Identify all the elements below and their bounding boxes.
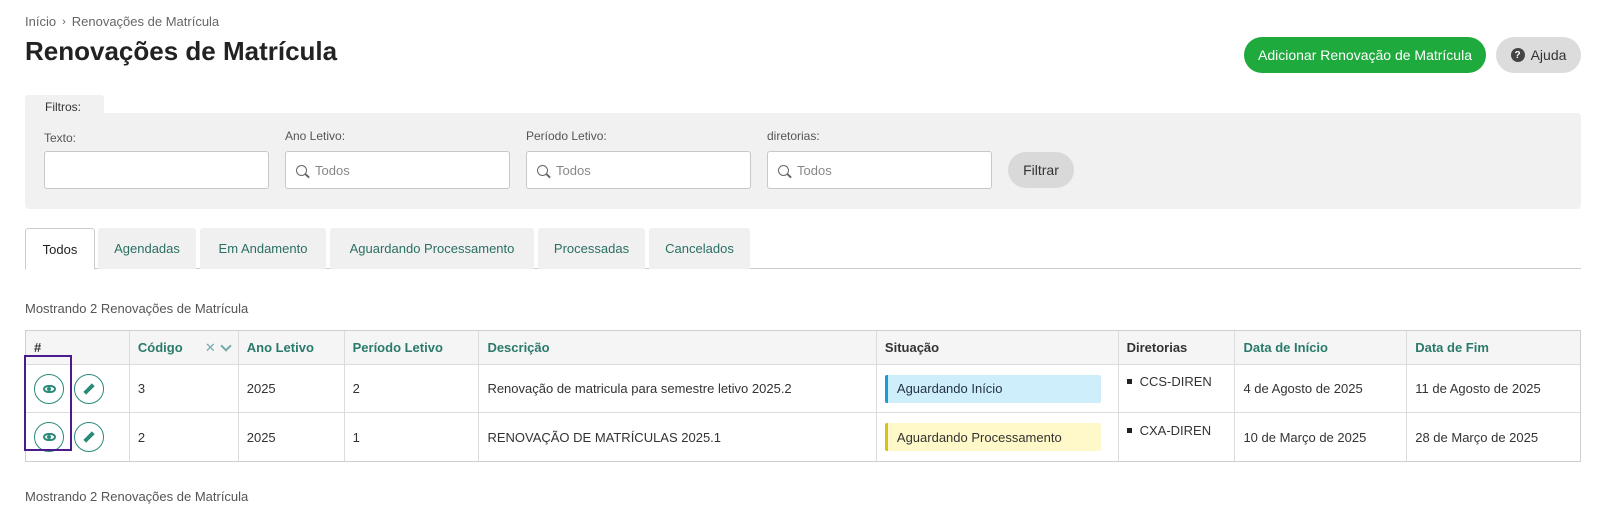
cell-data-inicio: 4 de Agosto de 2025 — [1235, 365, 1408, 412]
cell-descricao: Renovação de matricula para semestre let… — [479, 365, 877, 412]
view-button[interactable] — [34, 373, 64, 404]
tab-cancelados[interactable]: Cancelados — [649, 228, 750, 269]
clear-sort-icon[interactable]: ✕ — [205, 340, 216, 356]
chevron-down-icon[interactable] — [220, 339, 232, 352]
table-header: # Código ✕ Ano Letivo Período Letivo Des… — [26, 331, 1580, 365]
ano-letivo-label: Ano Letivo: — [285, 129, 346, 143]
tab-agendadas[interactable]: Agendadas — [98, 228, 196, 269]
search-icon — [778, 164, 789, 176]
eye-icon — [42, 433, 56, 441]
breadcrumb: Início › Renovações de Matrícula — [25, 14, 219, 29]
diretorias-placeholder: Todos — [797, 162, 832, 178]
results-count: Mostrando 2 Renovações de Matrícula — [25, 301, 249, 316]
cell-descricao: RENOVAÇÃO DE MATRÍCULAS 2025.1 — [479, 413, 877, 461]
texto-input[interactable] — [44, 151, 269, 189]
ano-letivo-placeholder: Todos — [315, 162, 350, 178]
filters-tab: Filtros: — [25, 95, 104, 115]
cell-data-inicio: 10 de Março de 2025 — [1235, 413, 1408, 461]
cell-codigo: 3 — [130, 365, 239, 412]
header-hash: # — [26, 331, 130, 364]
header-data-fim[interactable]: Data de Fim — [1407, 331, 1580, 364]
add-renewal-button[interactable]: Adicionar Renovação de Matrícula — [1244, 37, 1486, 73]
breadcrumb-home-link[interactable]: Início — [25, 14, 56, 29]
pencil-icon — [83, 382, 95, 395]
renewals-table: # Código ✕ Ano Letivo Período Letivo Des… — [25, 330, 1581, 462]
cell-data-fim: 11 de Agosto de 2025 — [1415, 381, 1541, 396]
cell-situacao: Aguardando Processamento — [877, 413, 1119, 461]
edit-button[interactable] — [74, 422, 104, 452]
diretorias-select[interactable]: Todos — [767, 151, 992, 189]
help-button[interactable]: ? Ajuda — [1496, 37, 1581, 73]
table-row: 3 2025 2 Renovação de matricula para sem… — [26, 365, 1580, 413]
tab-aguardando-processamento[interactable]: Aguardando Processamento — [330, 228, 534, 269]
filter-button[interactable]: Filtrar — [1008, 152, 1074, 188]
bullet-icon — [1126, 427, 1132, 433]
header-codigo[interactable]: Código ✕ — [130, 331, 239, 364]
tab-processadas[interactable]: Processadas — [538, 228, 645, 269]
search-icon — [296, 164, 307, 176]
texto-label: Texto: — [44, 131, 77, 145]
cell-ano: 2025 — [239, 365, 345, 412]
bullet-icon — [1126, 379, 1132, 384]
breadcrumb-current: Renovações de Matrícula — [71, 14, 220, 29]
cell-periodo: 1 — [345, 413, 480, 461]
ano-letivo-select[interactable]: Todos — [285, 151, 510, 189]
diretoria-label: CXA-DIREN — [1139, 422, 1212, 438]
header-periodo-letivo[interactable]: Período Letivo — [345, 331, 480, 364]
periodo-letivo-label: Período Letivo: — [526, 129, 607, 143]
cell-data-fim: 28 de Março de 2025 — [1415, 429, 1539, 445]
page-title: Renovações de Matrícula — [25, 36, 338, 66]
cell-diretorias: CXA-DIREN — [1119, 413, 1236, 461]
view-button[interactable] — [34, 422, 64, 452]
cell-situacao: Aguardando Início — [877, 365, 1119, 412]
list-item: CCS-DIREN — [1126, 374, 1212, 389]
tab-todos[interactable]: Todos — [25, 228, 95, 270]
help-label: Ajuda — [1530, 47, 1567, 63]
sort-controls: ✕ — [205, 339, 232, 356]
row-actions — [26, 413, 130, 461]
header-codigo-label: Código — [137, 340, 183, 355]
results-count-footer: Mostrando 2 Renovações de Matrícula — [25, 489, 249, 504]
diretorias-label: diretorias: — [767, 129, 820, 143]
row-actions — [26, 365, 130, 412]
list-item: CXA-DIREN — [1126, 422, 1212, 438]
cell-ano: 2025 — [239, 413, 345, 461]
cell-diretorias: CCS-DIREN — [1119, 365, 1236, 412]
periodo-letivo-select[interactable]: Todos — [526, 151, 751, 189]
cell-codigo: 2 — [130, 413, 239, 461]
header-situacao: Situação — [877, 331, 1119, 364]
table-row: 2 2025 1 RENOVAÇÃO DE MATRÍCULAS 2025.1 … — [26, 413, 1580, 461]
question-circle-icon: ? — [1510, 48, 1525, 62]
tab-em-andamento[interactable]: Em Andamento — [200, 228, 326, 269]
cell-periodo: 2 — [345, 365, 480, 412]
header-ano-letivo[interactable]: Ano Letivo — [239, 331, 345, 364]
periodo-letivo-placeholder: Todos — [556, 162, 591, 178]
status-badge: Aguardando Processamento — [884, 423, 1101, 451]
diretoria-label: CCS-DIREN — [1139, 374, 1212, 389]
search-icon — [537, 164, 548, 176]
header-diretorias: Diretorias — [1119, 331, 1236, 364]
edit-button[interactable] — [74, 373, 104, 404]
status-badge: Aguardando Início — [884, 374, 1101, 403]
status-tabs: Todos Agendadas Em Andamento Aguardando … — [25, 228, 1581, 270]
chevron-right-icon: › — [62, 15, 66, 28]
eye-icon — [42, 384, 56, 393]
header-descricao[interactable]: Descrição — [479, 331, 877, 364]
pencil-icon — [83, 431, 95, 443]
header-data-inicio[interactable]: Data de Início — [1235, 331, 1408, 364]
